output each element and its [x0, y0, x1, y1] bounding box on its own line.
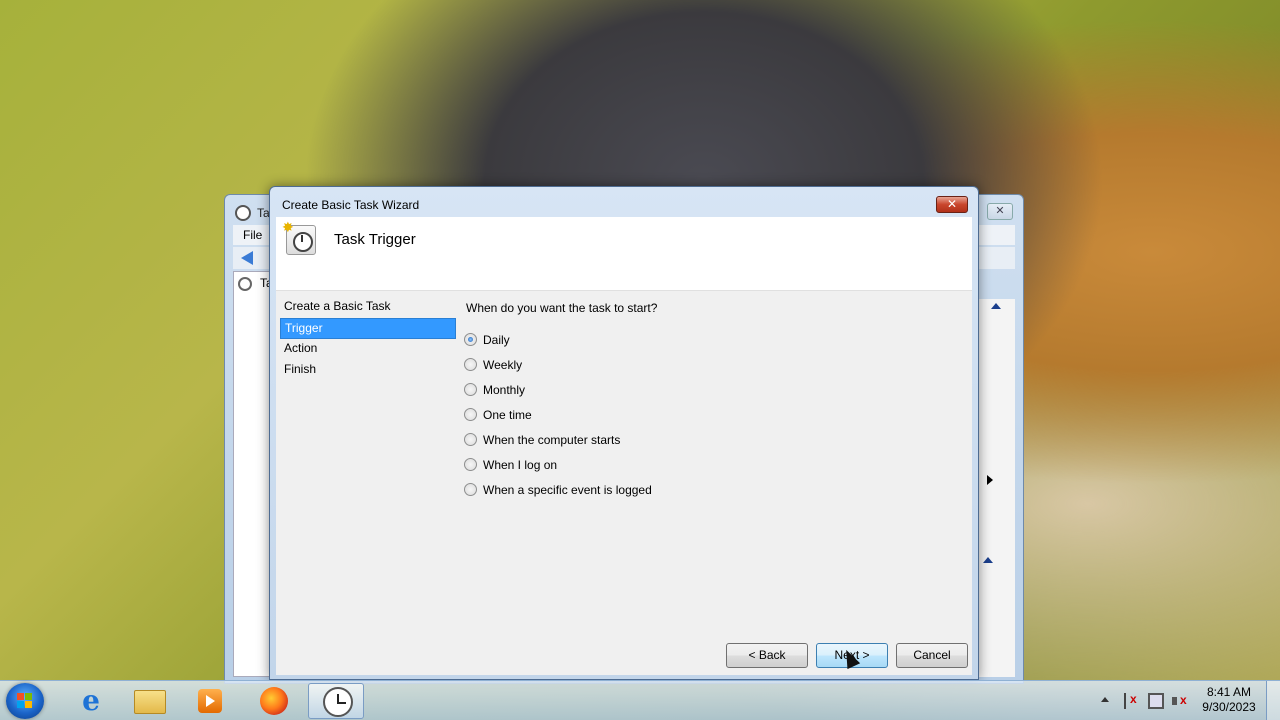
taskbar-task-scheduler[interactable]	[308, 683, 364, 719]
trigger-options: When do you want the task to start? Dail…	[464, 297, 972, 625]
dialog-body: ✸ Task Trigger Create a Basic Task Trigg…	[276, 217, 972, 675]
option-label: When I log on	[483, 457, 558, 472]
volume-muted-icon[interactable]	[1172, 693, 1188, 709]
option-weekly[interactable]: Weekly	[464, 352, 652, 377]
step-trigger[interactable]: Trigger	[280, 318, 456, 339]
actions-pane	[975, 299, 1015, 677]
option-label: One time	[483, 407, 532, 422]
step-create-basic-task[interactable]: Create a Basic Task	[280, 297, 456, 318]
step-finish[interactable]: Finish	[280, 360, 456, 381]
show-hidden-icons-icon[interactable]	[1101, 697, 1109, 702]
scroll-up-icon[interactable]	[991, 303, 1001, 309]
media-player-icon	[198, 689, 222, 713]
question-label: When do you want the task to start?	[466, 301, 658, 315]
clock-date: 9/30/2023	[1202, 700, 1256, 714]
clock-time: 8:41 AM	[1206, 685, 1252, 699]
system-clock[interactable]: 8:41 AM 9/30/2023	[1196, 685, 1262, 715]
radio-button[interactable]	[464, 433, 477, 446]
collapse-up-icon[interactable]	[983, 557, 993, 563]
radio-button[interactable]	[464, 383, 477, 396]
radio-button[interactable]	[464, 458, 477, 471]
new-star-icon: ✸	[282, 219, 294, 235]
clock-icon	[235, 205, 251, 221]
taskbar-internet-explorer[interactable]: e	[62, 683, 118, 719]
close-button[interactable]: ✕	[936, 196, 968, 213]
action-center-icon[interactable]	[1124, 692, 1140, 709]
taskbar: e 8:41 AM 9/30/2023	[0, 680, 1280, 720]
wizard-steps: Create a Basic Task Trigger Action Finis…	[280, 297, 456, 381]
option-one-time[interactable]: One time	[464, 402, 652, 427]
page-title: Task Trigger	[334, 231, 416, 248]
back-arrow-icon[interactable]	[241, 251, 253, 265]
option-monthly[interactable]: Monthly	[464, 377, 652, 402]
windows-logo-icon	[17, 693, 33, 709]
option-label: Daily	[483, 332, 510, 347]
option-label: Weekly	[483, 357, 523, 372]
show-desktop-button[interactable]	[1266, 681, 1280, 720]
option-computer-starts[interactable]: When the computer starts	[464, 427, 652, 452]
step-action[interactable]: Action	[280, 339, 456, 360]
start-button[interactable]	[6, 683, 44, 719]
option-event-logged[interactable]: When a specific event is logged	[464, 477, 652, 502]
folder-icon	[134, 690, 166, 714]
taskbar-media-player[interactable]	[182, 683, 238, 719]
option-label: When a specific event is logged	[483, 482, 652, 497]
taskbar-windows-explorer[interactable]	[122, 683, 178, 719]
network-icon[interactable]	[1148, 693, 1164, 709]
clock-icon	[238, 277, 252, 291]
dialog-title: Create Basic Task Wizard	[282, 198, 420, 212]
radio-button[interactable]	[464, 408, 477, 421]
close-button[interactable]: ✕	[987, 203, 1013, 220]
back-button[interactable]: < Back	[726, 643, 808, 668]
trigger-radio-group: Daily Weekly Monthly One time When the c…	[464, 327, 652, 502]
window-title: Ta	[257, 206, 270, 220]
internet-explorer-icon: e	[82, 684, 100, 717]
firefox-icon	[260, 687, 288, 715]
option-daily[interactable]: Daily	[464, 327, 652, 352]
option-label: Monthly	[483, 382, 526, 397]
cancel-button[interactable]: Cancel	[896, 643, 968, 668]
expand-right-icon[interactable]	[987, 475, 993, 485]
menu-file[interactable]: File	[243, 228, 262, 242]
radio-button[interactable]	[464, 333, 477, 346]
radio-button[interactable]	[464, 358, 477, 371]
option-label: When the computer starts	[483, 432, 621, 447]
create-basic-task-wizard: Create Basic Task Wizard ✕ ✸ Task Trigge…	[269, 186, 979, 680]
radio-button[interactable]	[464, 483, 477, 496]
taskbar-firefox[interactable]	[246, 683, 302, 719]
option-log-on[interactable]: When I log on	[464, 452, 652, 477]
wizard-header: ✸ Task Trigger	[276, 217, 972, 291]
navigation-tree: Ta	[233, 271, 273, 677]
task-scheduler-icon	[323, 687, 353, 717]
